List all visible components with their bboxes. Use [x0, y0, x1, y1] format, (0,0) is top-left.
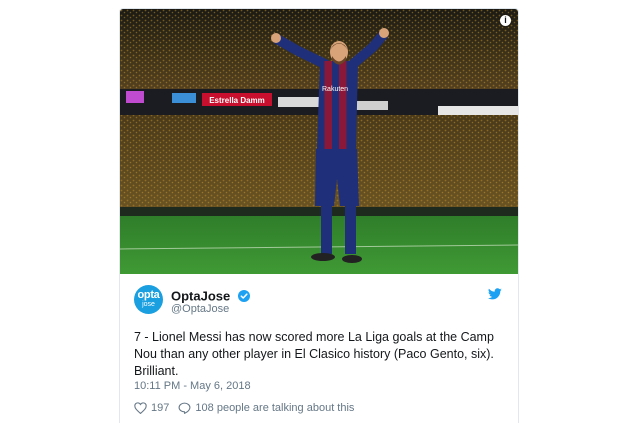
embedded-tweet-card[interactable]: Estrella Damm Rakuten i opta jose OptaJo…	[119, 8, 519, 423]
heart-icon	[134, 402, 147, 414]
tweet-text: 7 - Lionel Messi has now scored more La …	[134, 330, 494, 378]
display-name[interactable]: OptaJose	[171, 288, 230, 303]
tweet-actions: 197 108 people are talking about this	[134, 402, 360, 417]
tweet-media-photo[interactable]: Estrella Damm Rakuten i	[120, 9, 518, 274]
board-text: Estrella Damm	[209, 96, 265, 105]
like-button[interactable]: 197	[134, 402, 169, 414]
avatar[interactable]: opta jose	[134, 285, 163, 314]
conversation-link[interactable]: 108 people are talking about this	[178, 402, 354, 414]
svg-text:Rakuten: Rakuten	[322, 86, 348, 93]
info-icon[interactable]: i	[500, 15, 511, 26]
speech-bubble-icon	[178, 402, 191, 414]
name-row: OptaJose	[171, 287, 250, 303]
talking-about-text: 108 people are talking about this	[195, 402, 355, 414]
tweet-header: opta jose OptaJose @OptaJose	[134, 285, 504, 319]
user-handle[interactable]: @OptaJose	[171, 303, 229, 315]
tweet-timestamp[interactable]: 10:11 PM - May 6, 2018	[134, 380, 251, 392]
avatar-text-line2: jose	[142, 301, 155, 308]
like-count: 197	[151, 402, 170, 414]
verified-badge-icon	[237, 289, 250, 302]
twitter-bird-icon[interactable]	[488, 288, 502, 300]
stadium-photo: Estrella Damm Rakuten	[120, 9, 518, 274]
avatar-text-line1: opta	[137, 289, 160, 301]
